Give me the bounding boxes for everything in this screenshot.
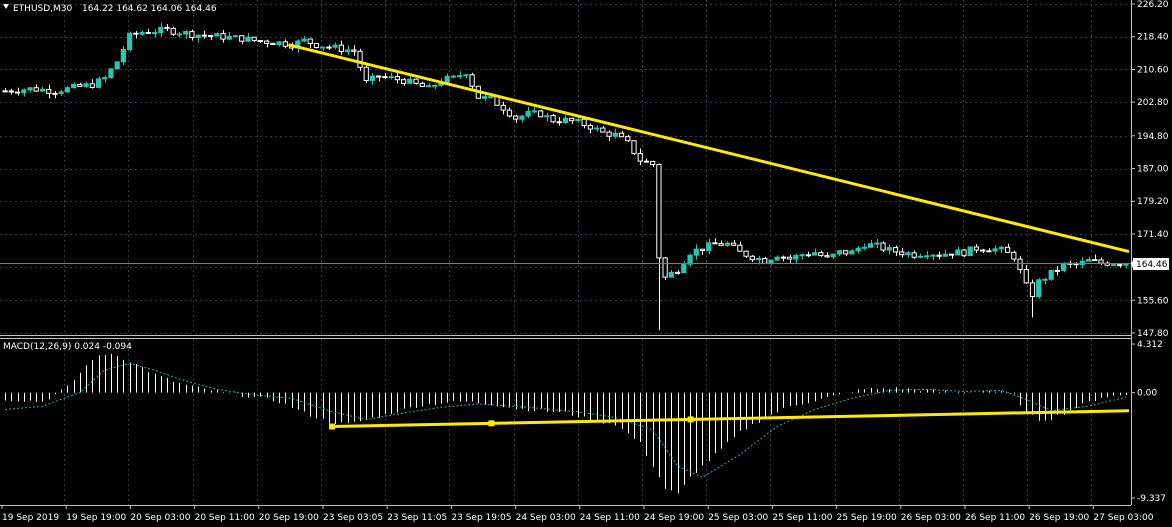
- macd-scale-label: 0.00: [1137, 389, 1157, 399]
- price-scale-label: 226.20: [1137, 0, 1169, 10]
- time-axis-label: 24 Sep 11:00: [580, 513, 640, 523]
- candle: [687, 253, 693, 267]
- time-axis-label: 19 Sep 2019: [2, 513, 59, 523]
- candle: [114, 61, 120, 70]
- candle: [108, 68, 114, 79]
- time-axis-label: 25 Sep 03:00: [708, 513, 768, 523]
- price-scale-label: 218.40: [1137, 33, 1169, 43]
- candle: [1048, 269, 1054, 281]
- candle: [631, 140, 637, 156]
- candle: [880, 241, 886, 252]
- price-scale-label: 187.00: [1137, 165, 1169, 175]
- macd-header: MACD(12,26,9) 0.024 -0.094: [3, 342, 132, 352]
- candle: [537, 109, 544, 118]
- price-scale-label: 194.80: [1137, 132, 1169, 142]
- candle: [550, 113, 556, 124]
- trendline-handle[interactable]: [329, 423, 336, 430]
- time-axis-label: 25 Sep 11:00: [772, 513, 832, 523]
- price-scale-label: 171.40: [1137, 230, 1169, 240]
- time-axis-label: 25 Sep 19:00: [837, 513, 897, 523]
- price-scale-label: 147.80: [1137, 329, 1169, 339]
- candle: [357, 48, 363, 71]
- time-axis-label: 23 Sep 11:05: [387, 513, 447, 523]
- price-scale-label: 210.60: [1137, 65, 1169, 75]
- time-axis-label: 26 Sep 03:00: [901, 513, 961, 523]
- candle: [313, 43, 320, 49]
- price-scale-label: 155.60: [1137, 296, 1169, 306]
- candle: [64, 86, 70, 93]
- current-price-tag: 164.46: [1131, 258, 1169, 270]
- time-axis-label: 23 Sep 03:05: [323, 513, 383, 523]
- time-axis-label: 26 Sep 19:00: [1029, 513, 1089, 523]
- symbol-timeframe: ETHUSD,M30: [13, 4, 73, 14]
- price-header: ETHUSD,M30 164.22 164.62 164.06 164.46: [3, 4, 217, 14]
- price-scale-label: 202.80: [1137, 98, 1169, 108]
- macd-scale-label: 4.312: [1137, 340, 1163, 350]
- time-axis-label: 24 Sep 19:00: [644, 513, 704, 523]
- time-axis-label: 26 Sep 11:00: [965, 513, 1025, 523]
- trendline-handle[interactable]: [687, 416, 694, 423]
- candle: [170, 26, 176, 37]
- macd-scale-label: -9.337: [1137, 494, 1166, 504]
- candle: [1036, 278, 1042, 299]
- candle: [469, 72, 475, 89]
- time-axis-label: 19 Sep 19:00: [66, 513, 126, 523]
- candle: [967, 246, 973, 257]
- trendline-handle[interactable]: [488, 420, 495, 427]
- time-axis-label: 20 Sep 11:00: [195, 513, 255, 523]
- candle: [127, 31, 133, 52]
- candle: [961, 249, 967, 258]
- time-axis-label: 20 Sep 03:00: [130, 513, 190, 523]
- time-axis-label: 24 Sep 03:00: [516, 513, 576, 523]
- time-axis-label: 20 Sep 19:00: [259, 513, 319, 523]
- time-axis-label: 27 Sep 03:00: [1093, 513, 1153, 523]
- price-scale-label: 179.20: [1137, 197, 1169, 207]
- time-axis-label: 23 Sep 19:05: [451, 513, 511, 523]
- current-price-label: 164.46: [1136, 260, 1168, 270]
- mt4-chart[interactable]: ETHUSD,M30 164.22 164.62 164.06 164.46 M…: [0, 0, 1172, 527]
- ohlc-values: 164.22 164.62 164.06 164.46: [82, 4, 217, 14]
- candle: [662, 256, 668, 281]
- candle: [413, 78, 419, 85]
